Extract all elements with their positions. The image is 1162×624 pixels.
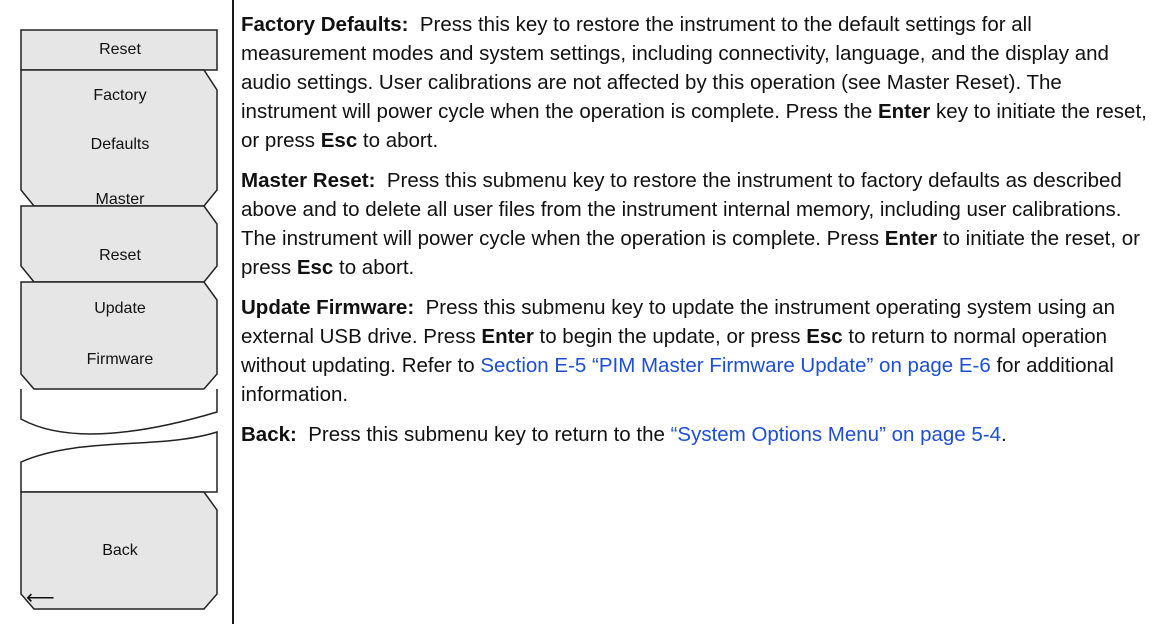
master-reset-label-line2: Reset (99, 247, 141, 264)
update-firmware-term: Update Firmware: (241, 296, 415, 319)
update-firmware-key-shape[interactable] (20, 281, 218, 390)
master-reset-label-line1: Master (95, 191, 145, 208)
break-slot-outline (20, 389, 218, 435)
break-slot-lower (20, 430, 218, 493)
update-firmware-text-2: to begin the update, or press (533, 325, 807, 348)
description-column: Factory Defaults: Press this key to rest… (241, 10, 1156, 460)
master-enter-key: Enter (884, 227, 938, 250)
factory-defaults-label-line2: Defaults (90, 136, 150, 153)
factory-defaults-term: Factory Defaults: (241, 13, 409, 36)
update-firmware-label-line1: Update (94, 300, 146, 317)
factory-defaults-paragraph: Factory Defaults: Press this key to rest… (241, 10, 1156, 155)
back-text-2: . (1001, 423, 1007, 446)
system-options-menu-link[interactable]: “System Options Menu” on page 5-4 (671, 423, 1001, 446)
factory-defaults-label-line1: Factory (93, 87, 147, 104)
master-reset-text-3: to abort. (333, 256, 415, 279)
back-key-label: Back (102, 542, 138, 559)
update-firmware-label-line2: Firmware (86, 351, 154, 368)
back-text-1: Press this submenu key to return to the (308, 423, 671, 446)
factory-enter-key: Enter (877, 100, 931, 123)
softkey-menu: Reset Factory Defaults Master Reset Upda… (0, 0, 232, 624)
factory-defaults-text-3: to abort. (357, 129, 439, 152)
update-esc-key: Esc (806, 325, 843, 348)
firmware-update-section-link[interactable]: Section E-5 “PIM Master Firmware Update”… (480, 354, 990, 377)
back-paragraph: Back: Press this submenu key to return t… (241, 420, 1156, 449)
master-reset-key-shape[interactable] (20, 205, 218, 283)
master-esc-key: Esc (296, 256, 334, 279)
update-enter-key: Enter (481, 325, 534, 348)
master-reset-term: Master Reset: (241, 169, 376, 192)
menu-title: Reset (99, 41, 141, 58)
back-arrow-icon: ⟵ (26, 587, 55, 609)
back-term: Back: (241, 423, 297, 446)
column-divider (232, 0, 234, 624)
master-reset-paragraph: Master Reset: Press this submenu key to … (241, 166, 1156, 282)
factory-esc-key: Esc (320, 129, 358, 152)
update-firmware-paragraph: Update Firmware: Press this submenu key … (241, 293, 1156, 409)
